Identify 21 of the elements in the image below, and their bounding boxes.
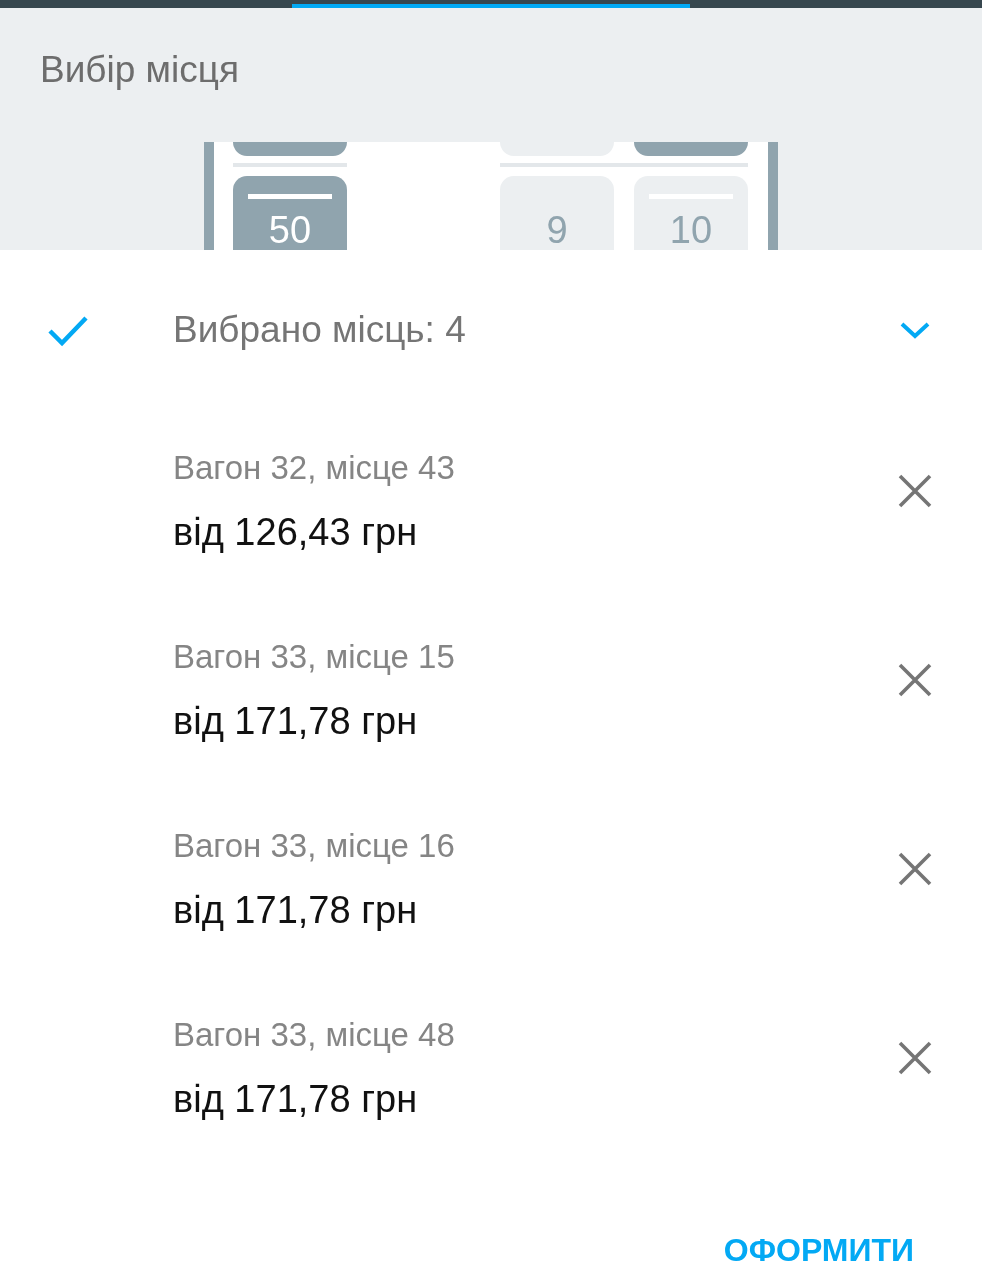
selection-summary: Вибрано місць: 4 [173,308,466,352]
seat[interactable]: 10 [634,176,748,250]
price-text: від 171,78 грн [173,699,419,743]
chevron-icon[interactable] [900,321,930,339]
checkout-button[interactable]: ОФОРМИТИ [713,1226,924,1274]
seat[interactable]: 9 [500,176,614,250]
seat-label: Вагон 33, місце 15 [173,637,455,677]
screen-title: Вибір місця [39,48,240,91]
seat-label: Вагон 33, місце 48 [173,1015,455,1055]
price-text: від 171,78 грн [173,888,419,932]
seat[interactable] [233,142,347,156]
seat-label: Вагон 32, місце 43 [173,448,455,488]
price-text: від 171,78 грн [173,1077,419,1121]
close-icon[interactable] [898,474,932,508]
close-icon[interactable] [898,663,932,697]
price-text: від 126,43 грн [173,510,419,554]
seat-label: Вагон 33, місце 16 [173,826,455,866]
close-icon[interactable] [898,1041,932,1075]
seat[interactable]: 50 [233,176,347,250]
seat[interactable] [634,142,748,156]
close-icon[interactable] [898,852,932,886]
